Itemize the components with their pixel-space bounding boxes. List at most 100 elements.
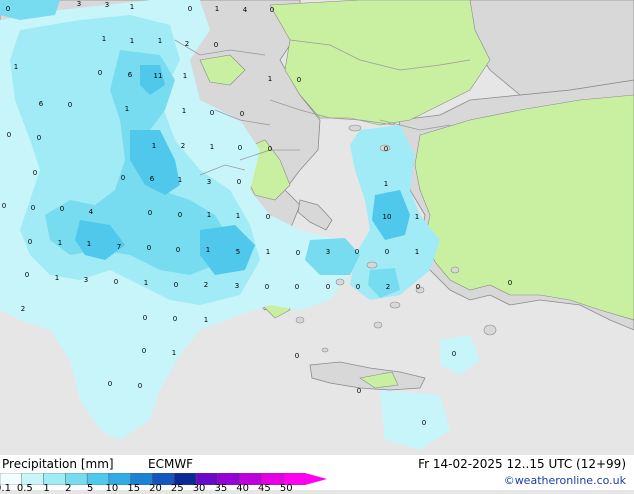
point-value: 0 [142, 347, 146, 355]
point-value: 0 [240, 110, 244, 118]
point-value: 4 [89, 208, 94, 216]
legend-bar: Precipitation [mm] ECMWF Fr 14-02-2025 1… [0, 455, 634, 494]
point-value: 0 [297, 76, 301, 84]
point-value: 0 [176, 246, 180, 254]
point-value: 1 [152, 142, 156, 150]
point-value: 0 [108, 380, 112, 388]
point-value: 3 [77, 0, 81, 8]
scale-tick-label: 25 [170, 483, 184, 494]
point-value: 1 [210, 143, 214, 151]
point-value: 1 [172, 349, 176, 357]
point-value: 1 [204, 316, 208, 324]
point-value: 0 [28, 238, 32, 246]
point-value: 0 [147, 244, 151, 252]
point-value: 1 [266, 248, 270, 256]
point-value: 0 [33, 169, 37, 177]
scale-tick-label: 20 [149, 483, 162, 494]
point-value: 0 [7, 131, 11, 139]
point-value: 0 [508, 279, 512, 287]
point-value: 1 [130, 37, 134, 45]
point-value: 1 [268, 75, 272, 83]
point-value: 2 [181, 142, 185, 150]
point-value: 0 [173, 315, 177, 323]
point-value: 0 [416, 283, 420, 291]
point-value: 1 [415, 248, 419, 256]
point-value: 3 [235, 282, 239, 290]
point-value: 1 [206, 246, 210, 254]
point-value: 0 [68, 101, 72, 109]
point-value: 1 [58, 239, 62, 247]
scale-tick-label: 1 [43, 483, 50, 494]
point-value: 0 [2, 202, 6, 210]
point-value: 6 [128, 71, 133, 79]
scale-tick-label: 0.5 [16, 483, 33, 494]
point-value: 6 [39, 100, 44, 108]
point-value: 1 [384, 180, 388, 188]
point-value: 0 [25, 271, 29, 279]
point-value: 0 [270, 6, 274, 14]
point-value: 0 [384, 145, 388, 153]
point-value: 4 [243, 6, 248, 14]
point-value: 3 [84, 276, 88, 284]
scale-tick-label: 30 [192, 483, 206, 494]
point-value: 0 [31, 204, 35, 212]
point-value: 0 [143, 314, 147, 322]
point-value: 0 [356, 283, 360, 291]
point-value: 1 [144, 279, 148, 287]
point-value: 1 [14, 63, 18, 71]
point-value: 0 [114, 278, 118, 286]
point-value: 5 [236, 248, 240, 256]
point-value: 11 [154, 72, 163, 80]
point-value: 1 [158, 37, 162, 45]
scale-arrow [305, 473, 327, 485]
point-value: 7 [117, 243, 121, 251]
point-value: 0 [266, 213, 270, 221]
point-value: 0 [355, 248, 359, 256]
point-value: 0 [178, 211, 182, 219]
point-value: 2 [386, 283, 390, 291]
point-value: 1 [236, 212, 240, 220]
point-value: 0 [98, 69, 102, 77]
point-value: 1 [207, 211, 211, 219]
point-value: 0 [121, 174, 125, 182]
point-value: 2 [21, 305, 25, 313]
point-value: 3 [105, 1, 109, 9]
point-value: 0 [422, 419, 426, 427]
point-value: 0 [148, 209, 152, 217]
point-value: 0 [214, 41, 218, 49]
point-value: 2 [204, 281, 208, 289]
point-value: 10 [383, 213, 392, 221]
scale-tick-label: 15 [127, 483, 141, 494]
point-value: 0 [385, 248, 389, 256]
point-value: 0 [268, 145, 272, 153]
credit-link[interactable]: ©weatheronline.co.uk [504, 474, 626, 487]
point-value: 1 [415, 213, 419, 221]
point-value: 1 [183, 72, 187, 80]
point-value: 1 [87, 240, 91, 248]
point-value: 1 [215, 5, 219, 13]
point-value: 0 [295, 283, 299, 291]
point-value: 1 [125, 105, 129, 113]
map-canvas: 03 3 1 0 1 4 01 1 1 2 010 6 11 1 1 06 0 1 1 0 00 01 2 1 0 0 000 6 1 3… [0, 0, 634, 455]
point-value: 0 [6, 5, 10, 13]
scale-tick-label: 40 [236, 483, 250, 494]
point-value: 3 [207, 178, 211, 186]
scale-tick-label: 45 [258, 483, 271, 494]
model-name: ECMWF [148, 457, 194, 471]
point-value: 0 [237, 178, 241, 186]
point-value: 0 [37, 134, 41, 142]
point-value: 0 [295, 352, 299, 360]
point-value: 1 [55, 274, 59, 282]
point-value: 0 [210, 109, 214, 117]
point-value: 1 [182, 107, 186, 115]
point-value: 6 [150, 175, 155, 183]
point-value: 0 [60, 205, 64, 213]
point-value: 0 [296, 249, 300, 257]
precipitation-map-image: 0 3 3 1 0 1 4 0 1 1 1 2 0 1 0 6 11 1 1 0 6 0 1 1 0 0 0 0 1 2 1 0 0 0 0 0 6 1 3… [0, 0, 634, 494]
point-value: 0 [265, 283, 269, 291]
point-value: 1 [102, 35, 106, 43]
valid-time: Fr 14-02-2025 12..15 UTC (12+99) [418, 457, 626, 471]
scale-tick-label: 0.1 [0, 483, 11, 494]
point-value: 0 [326, 283, 330, 291]
point-value: 0 [188, 5, 192, 13]
